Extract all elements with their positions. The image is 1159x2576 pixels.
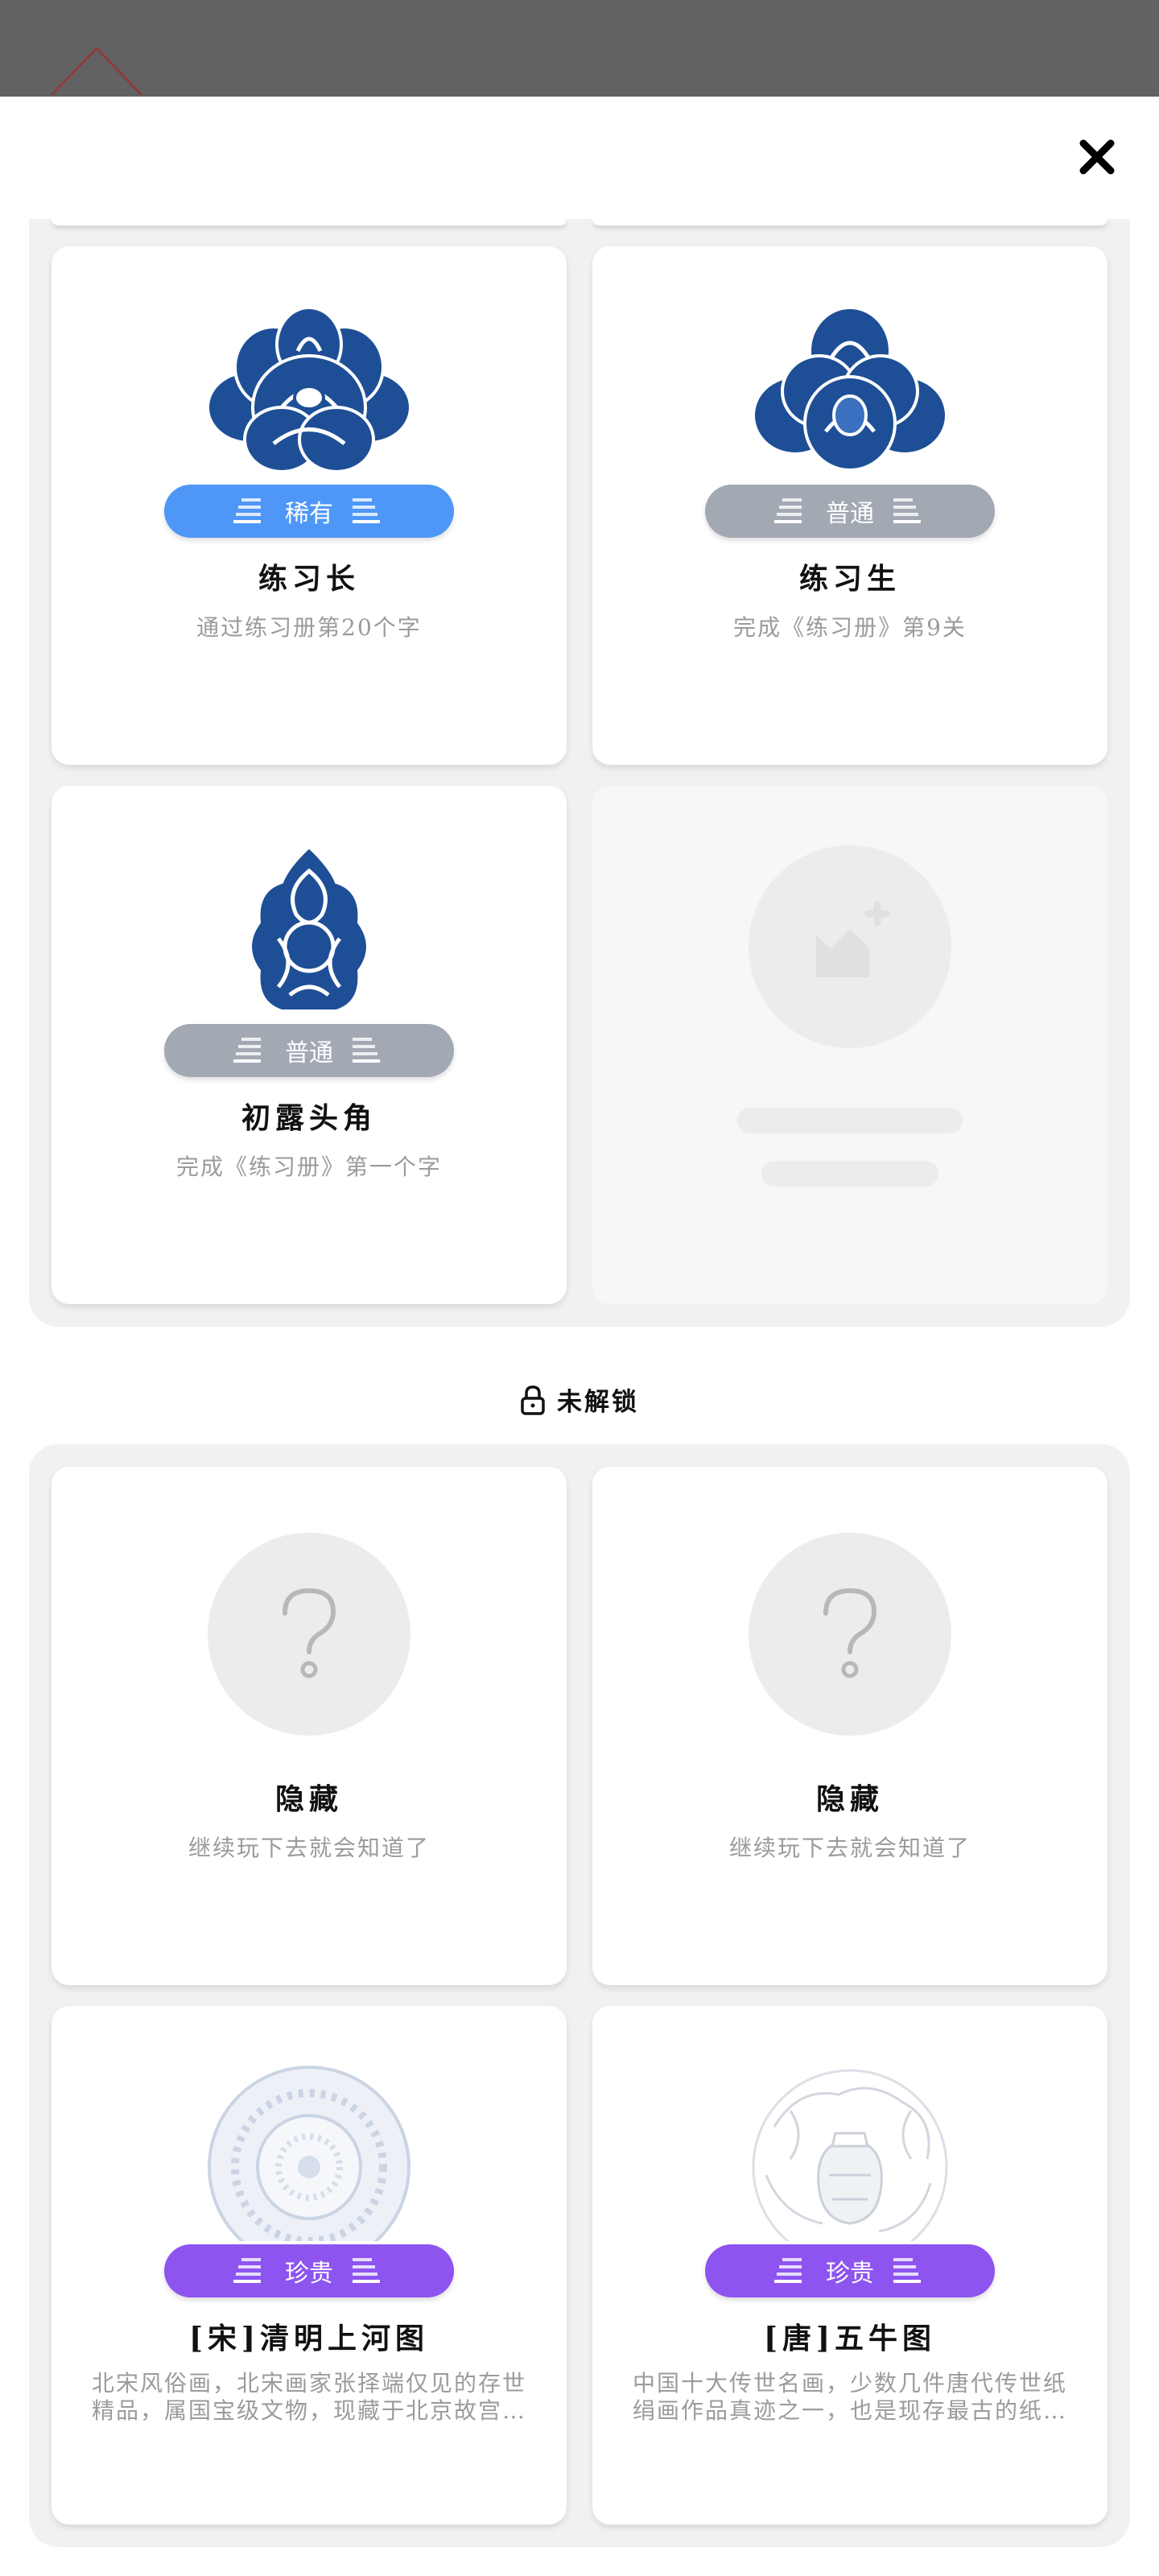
rarity-badge: 普通 — [705, 485, 995, 538]
achievement-title: 练习长 — [258, 562, 360, 596]
question-mark-icon — [823, 1587, 877, 1678]
porcelain-plate-emblem — [208, 2066, 410, 2241]
lotus-blossom-emblem — [752, 306, 948, 472]
badge-bars-icon — [353, 2258, 380, 2283]
achievement-description: 中国十大传世名画，少数几件唐代传世纸绢画作品真迹之一，也是现存最古的纸本中国画 — [632, 2370, 1067, 2424]
achievement-description: 完成《练习册》第9关 — [733, 614, 967, 641]
achievement-card[interactable]: 普通 练习生 完成《练习册》第9关 — [592, 246, 1107, 765]
rarity-badge: 珍贵 — [164, 2244, 454, 2297]
achievement-description: 继续玩下去就会知道了 — [728, 1835, 971, 1861]
achievement-card-cut — [52, 219, 567, 225]
badge-bars-icon — [893, 498, 921, 523]
peony-blossom-emblem — [206, 306, 412, 473]
unlocked-achievements-panel: 稀有 练习长 通过练习册第20个字 普通 练习生 完成《练习册》第9关 普通 初… — [29, 219, 1130, 1327]
achievement-title: 练习生 — [798, 562, 901, 596]
rarity-badge: 稀有 — [164, 485, 454, 538]
achievement-title: 隐藏 — [815, 1782, 884, 1816]
achievement-card[interactable]: 普通 初露头角 完成《练习册》第一个字 — [52, 786, 567, 1304]
rarity-label: 普通 — [285, 1039, 333, 1067]
rarity-label: 稀有 — [285, 500, 333, 528]
placeholder-image — [749, 845, 951, 1048]
badge-bars-icon — [233, 2258, 261, 2283]
badge-bars-icon — [893, 2258, 921, 2283]
empty-achievement-placeholder — [592, 786, 1107, 1304]
badge-bars-icon — [353, 498, 380, 523]
locked-section-label: 未解锁 — [557, 1388, 639, 1417]
achievement-title: 隐藏 — [274, 1782, 343, 1816]
badge-bars-icon — [774, 2258, 802, 2283]
rarity-badge: 珍贵 — [705, 2244, 995, 2297]
lock-icon — [521, 1385, 545, 1415]
image-placeholder-icon — [816, 901, 890, 977]
mystery-placeholder — [208, 1533, 410, 1736]
knot-pattern-emblem — [249, 844, 369, 1013]
rarity-badge: 普通 — [164, 1024, 454, 1077]
locked-achievements-panel: 隐藏 继续玩下去就会知道了 隐藏 继续玩下去就会知道了 珍贵 [宋]清明上河图 … — [29, 1444, 1130, 2547]
achievement-title: 初露头角 — [241, 1101, 377, 1135]
badge-bars-icon — [233, 1038, 261, 1063]
achievement-card-cut — [592, 219, 1107, 225]
dimmed-backdrop[interactable] — [0, 0, 1159, 97]
locked-achievement-card[interactable]: 珍贵 [唐]五牛图 中国十大传世名画，少数几件唐代传世纸绢画作品真迹之一，也是现… — [592, 2006, 1107, 2524]
locked-achievement-card[interactable]: 珍贵 [宋]清明上河图 北宋风俗画，北宋画家张择端仅见的存世精品，属国宝级文物，… — [52, 2006, 567, 2524]
badge-bars-icon — [774, 498, 802, 523]
rarity-label: 普通 — [826, 500, 874, 528]
placeholder-title-line — [737, 1108, 963, 1133]
locked-section-header: 未解锁 — [0, 1381, 1159, 1418]
badge-bars-icon — [233, 498, 261, 523]
rarity-label: 珍贵 — [826, 2260, 874, 2288]
close-icon — [1079, 139, 1115, 175]
question-mark-icon — [283, 1587, 336, 1678]
badge-bars-icon — [353, 1038, 380, 1063]
placeholder-desc-line — [761, 1161, 938, 1187]
locked-achievement-card[interactable]: 隐藏 继续玩下去就会知道了 — [52, 1467, 567, 1985]
achievement-description: 完成《练习册》第一个字 — [175, 1154, 442, 1180]
achievement-description: 北宋风俗画，北宋画家张择端仅见的存世精品，属国宝级文物，现藏于北京故宫博物院 — [91, 2370, 526, 2424]
achievement-title: [唐]五牛图 — [763, 2322, 937, 2355]
achievement-description: 继续玩下去就会知道了 — [188, 1835, 430, 1861]
achievement-title: [宋]清明上河图 — [188, 2322, 430, 2355]
close-button[interactable] — [1075, 135, 1119, 179]
achievement-description: 通过练习册第20个字 — [196, 614, 422, 641]
rarity-label: 珍贵 — [285, 2260, 333, 2288]
achievement-card[interactable]: 稀有 练习长 通过练习册第20个字 — [52, 246, 567, 765]
dragon-vase-emblem — [752, 2069, 948, 2241]
mystery-placeholder — [749, 1533, 951, 1736]
locked-achievement-card[interactable]: 隐藏 继续玩下去就会知道了 — [592, 1467, 1107, 1985]
background-arrow-icon — [50, 46, 143, 97]
